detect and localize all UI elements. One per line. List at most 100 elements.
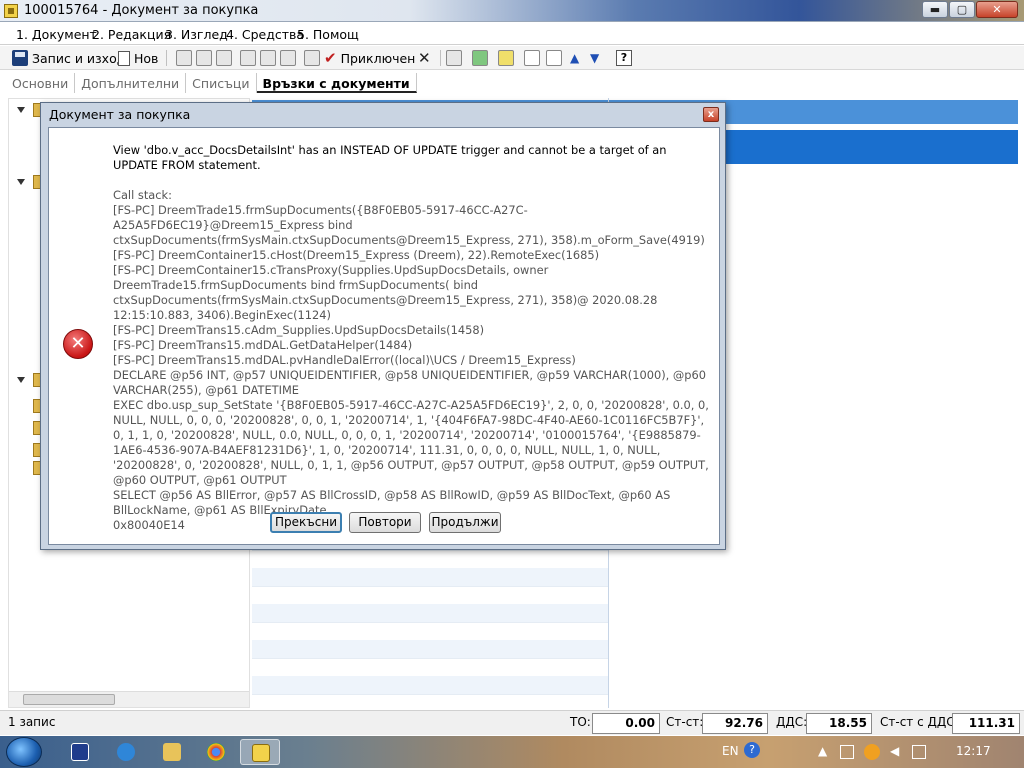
cost-vat-label: Ст-ст с ДДС: [880, 715, 959, 729]
call-stack-line: [FS-PC] DreemTrans15.mdDAL.GetDataHelper… [113, 338, 413, 352]
list-button[interactable] [446, 49, 462, 67]
list-icon [446, 50, 462, 66]
save-exit-button[interactable]: Запис и изход [12, 49, 125, 67]
help-button[interactable]: ? [616, 49, 632, 67]
move-up-button[interactable]: ▲ [570, 49, 579, 67]
save-exit-label: Запис и изход [32, 50, 126, 66]
refresh-button[interactable] [472, 49, 488, 67]
menu-edit[interactable]: 2. Редакция [92, 27, 171, 42]
document-icon [524, 50, 540, 66]
call-stack-line: EXEC dbo.usp_sup_SetState '{B8F0EB05-591… [113, 398, 709, 487]
expand-icon[interactable] [17, 107, 25, 113]
attached-button[interactable]: ✔ Приключен [324, 49, 415, 67]
arrow-up-icon: ▲ [570, 51, 580, 65]
internet-explorer-icon [117, 743, 135, 761]
show-hidden-icons-icon[interactable]: ▲ [818, 744, 827, 758]
app-icon [252, 744, 270, 762]
window-title: 100015764 - Документ за покупка [24, 3, 259, 18]
edit-icon [304, 50, 320, 66]
dialog-body: ✕ View 'dbo.v_acc_DocsDetailsInt' has an… [48, 127, 720, 545]
arrow-down-icon: ▼ [590, 51, 600, 65]
tab-lists[interactable]: Списъци [186, 73, 257, 93]
help-tray-icon[interactable]: ? [744, 742, 760, 758]
minimize-button[interactable]: ▬ [922, 1, 948, 18]
taskbar-language-flag[interactable] [60, 739, 100, 765]
taskbar-ie[interactable] [106, 739, 146, 765]
documents-icon [546, 50, 562, 66]
menu-document[interactable]: 1. Документ [16, 27, 97, 42]
language-indicator[interactable]: EN [722, 744, 739, 758]
call-stack-line: [FS-PC] DreemTrade15.frmSupDocuments({B8… [113, 203, 705, 247]
retry-button[interactable]: Повтори [349, 512, 421, 533]
tab-additional[interactable]: Допълнителни [75, 73, 187, 93]
print-preview-button[interactable] [260, 49, 276, 67]
record-count: 1 запис [8, 715, 56, 729]
cancel-attach-button[interactable]: ✕ [418, 49, 431, 67]
new-label: Нов [134, 50, 159, 66]
copy-button[interactable] [196, 49, 212, 67]
status-bar: 1 запис ТО: 0.00 Ст-ст: 92.76 ДДС: 18.55… [0, 710, 1024, 735]
folder-icon [163, 743, 181, 761]
chrome-icon [207, 743, 225, 761]
vat-label: ДДС: [776, 715, 808, 729]
edit-button[interactable] [304, 49, 320, 67]
taskbar-dreem[interactable] [240, 739, 280, 765]
print-button[interactable] [240, 49, 256, 67]
menu-tools[interactable]: 4. Средства [226, 27, 304, 42]
tab-bar: Основни Допълнителни Списъци Връзки с до… [6, 73, 417, 95]
volume-icon[interactable]: ◀ [890, 744, 899, 758]
star-button[interactable] [498, 49, 514, 67]
documents-button[interactable] [546, 49, 562, 67]
horizontal-scrollbar[interactable] [9, 691, 249, 707]
continue-button[interactable]: Продължи [429, 512, 501, 533]
maximize-button[interactable]: ▢ [949, 1, 975, 18]
call-stack-line: [FS-PC] DreemTrans15.cAdm_Supplies.UpdSu… [113, 323, 485, 337]
expand-icon[interactable] [17, 377, 25, 383]
toolbar: Запис и изход Нов ✔ Приключен ✕ ▲ ▼ ? [0, 46, 1024, 70]
close-button[interactable]: ✕ [976, 1, 1018, 18]
star-icon [498, 50, 514, 66]
menu-view[interactable]: 3. Изглед [165, 27, 228, 42]
taskbar-chrome[interactable] [196, 739, 236, 765]
action-center-icon[interactable] [912, 745, 926, 759]
move-down-button[interactable]: ▼ [590, 49, 599, 67]
cut-button[interactable] [176, 49, 192, 67]
taskbar-explorer[interactable] [152, 739, 192, 765]
scrollbar-thumb[interactable] [23, 694, 115, 705]
print-preview-icon [260, 50, 276, 66]
menu-bar: 1. Документ 2. Редакция 3. Изглед 4. Сре… [0, 23, 1024, 45]
attached-label: Приключен [340, 50, 416, 66]
title-bar: 100015764 - Документ за покупка ▬ ▢ ✕ [0, 0, 1024, 22]
call-stack: Call stack: [FS-PC] DreemTrade15.frmSupD… [113, 188, 711, 533]
expand-icon[interactable] [17, 179, 25, 185]
dialog-title: Документ за покупка [49, 107, 191, 122]
print-icon [240, 50, 256, 66]
save-icon [12, 50, 28, 66]
start-button[interactable] [6, 737, 42, 767]
document-button[interactable] [524, 49, 540, 67]
paste-icon [216, 50, 232, 66]
app-icon [4, 4, 18, 18]
call-stack-line: DECLARE @p56 INT, @p57 UNIQUEIDENTIFIER,… [113, 368, 707, 397]
menu-help[interactable]: 5. Помощ [297, 27, 359, 42]
refresh-icon [472, 50, 488, 66]
taskbar: EN ? ▲ ◀ 12:17 [0, 736, 1024, 768]
new-button[interactable]: Нов [118, 49, 158, 67]
error-dialog: Документ за покупка x ✕ View 'dbo.v_acc_… [40, 102, 726, 550]
app-tray-icon[interactable] [864, 744, 880, 760]
network-icon[interactable] [840, 745, 854, 759]
call-stack-line: [FS-PC] DreemTrans15.mdDAL.pvHandleDalEr… [113, 353, 576, 367]
error-icon: ✕ [63, 329, 93, 359]
help-icon: ? [616, 50, 632, 66]
error-message: View 'dbo.v_acc_DocsDetailsInt' has an I… [113, 143, 667, 172]
checkmark-icon: ✔ [324, 49, 337, 67]
abort-button[interactable]: Прекъсни [270, 512, 342, 533]
export-button[interactable] [280, 49, 296, 67]
clock[interactable]: 12:17 [956, 744, 991, 758]
dialog-close-button[interactable]: x [703, 107, 719, 122]
call-stack-line: [FS-PC] DreemContainer15.cHost(Dreem15_E… [113, 248, 600, 262]
paste-button[interactable] [216, 49, 232, 67]
tab-document-links[interactable]: Връзки с документи [256, 73, 417, 93]
tab-main[interactable]: Основни [6, 73, 76, 93]
to-value: 0.00 [592, 713, 660, 734]
